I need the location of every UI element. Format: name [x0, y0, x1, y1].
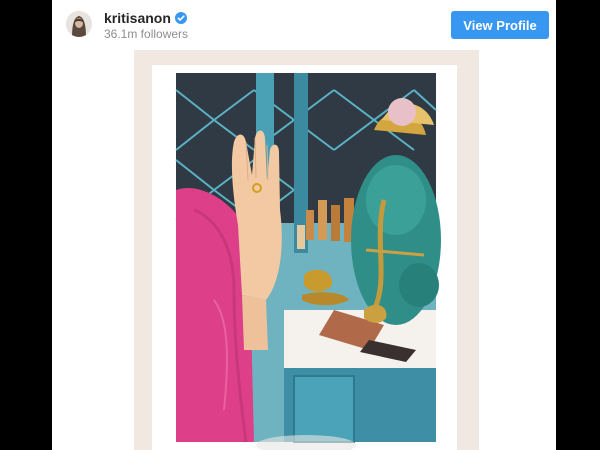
- post-image[interactable]: [134, 50, 479, 450]
- followers-count: 36.1m followers: [104, 27, 189, 41]
- post-photo: [134, 50, 479, 450]
- avatar-image: [66, 11, 92, 37]
- verified-badge-icon: [174, 12, 187, 24]
- username-row: kritisanon: [104, 10, 187, 26]
- view-profile-button[interactable]: View Profile: [451, 11, 549, 39]
- username[interactable]: kritisanon: [104, 10, 171, 26]
- profile-avatar[interactable]: [66, 11, 92, 37]
- post-header: kritisanon 36.1m followers View Profile: [52, 0, 556, 50]
- instagram-embed-card: kritisanon 36.1m followers View Profile: [52, 0, 556, 450]
